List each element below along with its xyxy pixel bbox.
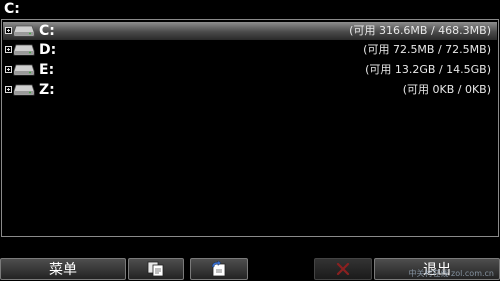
expand-icon[interactable] bbox=[5, 27, 12, 34]
drive-icon bbox=[13, 64, 35, 76]
drive-label: Z: bbox=[39, 82, 55, 98]
delete-icon bbox=[336, 263, 350, 275]
drive-space-info: (可用 316.6MB / 468.3MB) bbox=[349, 24, 491, 37]
drive-label: E: bbox=[39, 62, 55, 78]
drive-row-z[interactable]: Z: (可用 0KB / 0KB) bbox=[3, 81, 497, 99]
drive-list: C: (可用 316.6MB / 468.3MB) D: (可用 72.5MB … bbox=[1, 19, 499, 237]
menu-button[interactable]: 菜单 bbox=[0, 258, 126, 280]
drive-space-info: (可用 72.5MB / 72.5MB) bbox=[363, 43, 491, 56]
drive-label: C: bbox=[39, 23, 55, 39]
drive-space-info: (可用 0KB / 0KB) bbox=[402, 83, 491, 96]
drive-space-info: (可用 13.2GB / 14.5GB) bbox=[365, 63, 491, 76]
drive-row-c[interactable]: C: (可用 316.6MB / 468.3MB) bbox=[3, 22, 497, 40]
move-icon bbox=[211, 261, 226, 277]
drive-label: D: bbox=[39, 42, 57, 58]
delete-button[interactable] bbox=[314, 258, 372, 280]
current-path: C: bbox=[4, 1, 20, 17]
drive-icon bbox=[13, 44, 35, 56]
drive-row-e[interactable]: E: (可用 13.2GB / 14.5GB) bbox=[3, 61, 497, 79]
path-bar: C: bbox=[0, 0, 500, 20]
drive-row-d[interactable]: D: (可用 72.5MB / 72.5MB) bbox=[3, 41, 497, 59]
expand-icon[interactable] bbox=[5, 66, 12, 73]
menu-label: 菜单 bbox=[49, 262, 77, 278]
copy-icon bbox=[147, 261, 164, 277]
copy-button[interactable] bbox=[128, 258, 184, 280]
expand-icon[interactable] bbox=[5, 46, 12, 53]
move-button[interactable] bbox=[190, 258, 248, 280]
drive-icon bbox=[13, 25, 35, 37]
expand-icon[interactable] bbox=[5, 86, 12, 93]
softkey-bar: 菜单 退出 中关村在线 zol.com.cn bbox=[0, 258, 500, 281]
drive-icon bbox=[13, 84, 35, 96]
watermark: 中关村在线 zol.com.cn bbox=[408, 269, 495, 278]
